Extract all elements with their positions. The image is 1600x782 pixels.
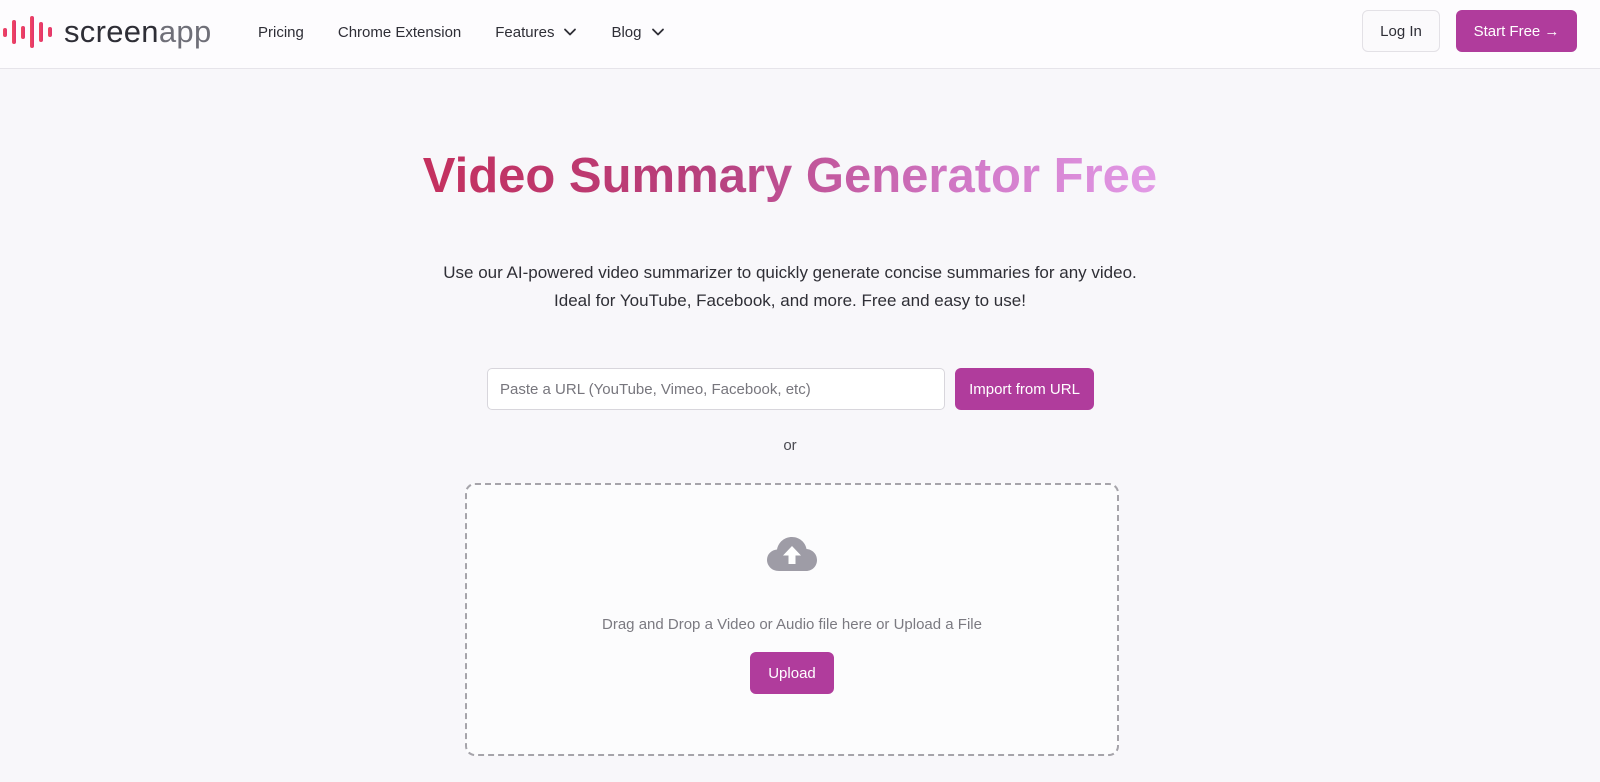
page-title: Video Summary Generator Free xyxy=(422,149,1158,203)
nav-blog[interactable]: Blog xyxy=(611,24,664,41)
nav-chrome-extension[interactable]: Chrome Extension xyxy=(338,24,461,41)
logo-wordmark: screenapp xyxy=(64,14,212,49)
audio-wave-logo-icon xyxy=(3,16,52,48)
login-button[interactable]: Log In xyxy=(1362,10,1440,52)
import-from-url-button[interactable]: Import from URL xyxy=(955,368,1094,410)
page-subtitle: Use our AI-powered video summarizer to q… xyxy=(443,263,1137,310)
screenapp-logo[interactable]: screenapp xyxy=(0,12,211,52)
main-nav: Pricing Chrome Extension Features Blog xyxy=(258,19,699,45)
nav-features[interactable]: Features xyxy=(495,24,577,41)
file-dropzone[interactable]: Drag and Drop a Video or Audio file here… xyxy=(465,483,1119,756)
chevron-down-icon xyxy=(564,28,577,36)
or-divider-text: or xyxy=(783,437,797,454)
cloud-upload-icon xyxy=(767,537,817,571)
start-free-button[interactable]: Start Free → xyxy=(1456,10,1577,52)
url-input[interactable] xyxy=(487,368,945,410)
chevron-down-icon xyxy=(651,28,664,36)
upload-button[interactable]: Upload xyxy=(750,652,834,694)
nav-pricing[interactable]: Pricing xyxy=(258,24,304,41)
top-header: screenapp Pricing Chrome Extension Featu… xyxy=(0,0,1600,69)
dropzone-instructions: Drag and Drop a Video or Audio file here… xyxy=(602,616,982,633)
